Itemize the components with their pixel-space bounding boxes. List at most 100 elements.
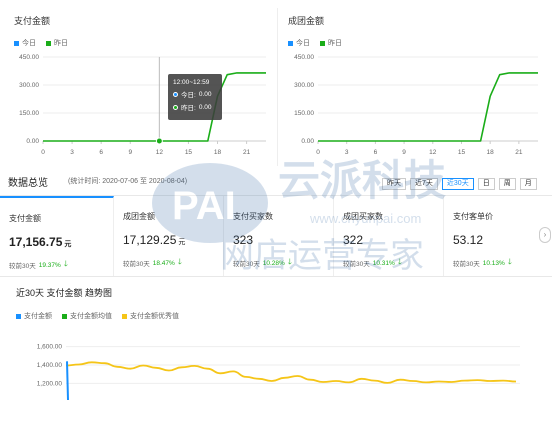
arrow-down-icon: 🡓 (63, 259, 68, 268)
metric-value: 53.12 (453, 233, 485, 247)
x-tick-label: 6 (99, 149, 103, 156)
legend-payment-amount-label: 支付金额 (24, 313, 52, 320)
series-line-昨日 (43, 72, 266, 142)
tooltip-yesterday-dot (173, 104, 178, 110)
arrow-down-icon: 🡓 (507, 257, 512, 266)
tooltip-today-label: 今日: (181, 92, 196, 99)
metric-compare: 较前30天 10.31% 🡓 (343, 256, 402, 270)
metric-card-payment-buyers[interactable]: 支付买家数 323 较前30天 10.28% 🡓 (224, 196, 334, 276)
tab-yesterday[interactable]: 昨天 (382, 178, 406, 190)
compare-label: 较前30天 (343, 261, 370, 268)
metric-value: 323 (233, 233, 255, 247)
x-tick-label: 12 (156, 149, 164, 156)
y-tick-label: 450.00 (294, 54, 314, 61)
legend-payment-average[interactable]: 支付金额均值 (62, 311, 112, 321)
metric-label: 支付客单价 (453, 212, 493, 221)
chevron-right-icon[interactable]: › (539, 227, 551, 243)
x-tick-label: 0 (316, 149, 320, 156)
metric-compare: 较前30天 10.13% 🡓 (453, 256, 512, 270)
x-tick-label: 9 (402, 149, 406, 156)
x-tick-label: 3 (70, 149, 74, 156)
legend-payment-amount-swatch (16, 313, 21, 319)
hover-point (155, 137, 163, 145)
metric-value: 322 (343, 233, 365, 247)
tab-30days[interactable]: 近30天 (441, 178, 474, 190)
y-tick-label: 0.00 (26, 138, 39, 145)
metric-unit: 元 (64, 241, 72, 248)
y-tick-label: 450.00 (19, 54, 39, 61)
metric-compare: 较前30天 19.37% 🡓 (9, 258, 68, 272)
trend-chart-title: 近30天 支付金额 趋势图 (16, 288, 113, 298)
x-tick-label: 0 (41, 149, 45, 156)
chart-tooltip: 12:00~12:59 今日: 0.00 昨日: 0.00 (168, 74, 222, 120)
metric-number: 17,129.25 (123, 233, 177, 247)
metric-card-payment-amount[interactable]: 支付金额 17,156.75 元 较前30天 19.37% 🡓 (0, 196, 114, 276)
tab-day[interactable]: 日 (477, 178, 495, 190)
payment-amount-chart[interactable]: 0.00 150.00 300.00 450.00 0 3 6 9 12 15 18 21 (0, 0, 276, 166)
overview-date-range: (统计时间: 2020-07-06 至 2020-08-04) (68, 178, 188, 185)
compare-label: 较前30天 (123, 261, 150, 268)
arrow-down-icon: 🡓 (287, 257, 292, 266)
y-tick-label: 1,200.00 (37, 380, 63, 387)
x-tick-label: 3 (345, 149, 349, 156)
group-amount-panel: 成团金额 今日 昨日 0.00 150.00 300.00 450.00 0 3 6 9 12 1… (278, 0, 552, 166)
period-tabs: 昨天 近7天 近30天 日 周 月 (382, 178, 537, 190)
compare-percent: 19.37% (38, 261, 61, 269)
metric-value: 17,156.75 元 (9, 235, 71, 249)
tab-month[interactable]: 月 (519, 178, 537, 190)
y-tick-label: 0.00 (301, 138, 314, 145)
x-tick-label: 18 (487, 149, 495, 156)
tooltip-today-value: 0.00 (198, 90, 212, 98)
metric-card-group-buyers[interactable]: 成团买家数 322 较前30天 10.31% 🡓 (334, 196, 444, 276)
x-tick-label: 21 (515, 149, 523, 156)
metric-number: 53.12 (453, 233, 484, 247)
metric-card-group-amount[interactable]: 成团金额 17,129.25 元 较前30天 18.47% 🡓 (114, 196, 224, 276)
x-tick-label: 15 (458, 149, 466, 156)
y-tick-label: 150.00 (294, 110, 314, 117)
tooltip-time: 12:00~12:59 (173, 79, 210, 86)
metric-label: 成团买家数 (343, 212, 383, 221)
series-line-昨日 (318, 72, 538, 142)
series-line-payment (66, 361, 69, 401)
metric-number: 17,156.75 (9, 235, 63, 249)
metric-number: 322 (343, 233, 364, 247)
legend-payment-amount[interactable]: 支付金额 (16, 311, 52, 321)
x-tick-label: 21 (243, 149, 251, 156)
metric-card-avg-order-value[interactable]: 支付客单价 53.12 较前30天 10.13% 🡓 (444, 196, 542, 276)
metric-label: 支付金额 (9, 214, 41, 223)
compare-percent: 18.47% (152, 259, 175, 267)
arrow-down-icon: 🡓 (397, 257, 402, 266)
compare-label: 较前30天 (9, 263, 36, 270)
metric-unit: 元 (178, 239, 186, 246)
y-tick-label: 1,400.00 (37, 362, 63, 369)
compare-label: 较前30天 (453, 261, 480, 268)
tab-week[interactable]: 周 (498, 178, 516, 190)
legend-payment-excellent[interactable]: 支付金额优秀值 (122, 311, 179, 321)
tooltip-today-dot (173, 91, 178, 97)
compare-percent: 10.28% (262, 259, 285, 267)
overview-title: 数据总览 (8, 178, 48, 189)
metric-label: 支付买家数 (233, 212, 273, 221)
y-tick-label: 150.00 (19, 110, 39, 117)
metric-number: 323 (233, 233, 254, 247)
arrow-down-icon: 🡓 (177, 257, 182, 266)
y-tick-label: 300.00 (294, 82, 314, 89)
tab-7days[interactable]: 近7天 (410, 178, 438, 190)
legend-payment-excellent-swatch (122, 313, 127, 319)
compare-label: 较前30天 (233, 261, 260, 268)
x-tick-label: 6 (374, 149, 378, 156)
metric-label: 成团金额 (123, 212, 155, 221)
x-tick-label: 18 (214, 149, 222, 156)
trend-legend: 支付金额 支付金额均值 支付金额优秀值 (16, 311, 179, 321)
x-tick-label: 15 (185, 149, 193, 156)
tooltip-yesterday-label: 昨日: (181, 105, 196, 112)
x-tick-label: 9 (128, 149, 132, 156)
legend-payment-excellent-label: 支付金额优秀值 (130, 313, 179, 320)
trend-chart[interactable]: 1,200.00 1,400.00 1,600.00 (0, 330, 552, 430)
compare-percent: 10.13% (482, 259, 505, 267)
metric-value: 17,129.25 元 (123, 233, 185, 247)
tooltip-yesterday-row: 昨日: 0.00 (173, 102, 217, 112)
group-amount-chart[interactable]: 0.00 150.00 300.00 450.00 0 3 6 9 12 15 18 21 (278, 0, 552, 166)
legend-payment-average-swatch (62, 313, 67, 319)
tooltip-today-row: 今日: 0.00 (173, 89, 217, 99)
